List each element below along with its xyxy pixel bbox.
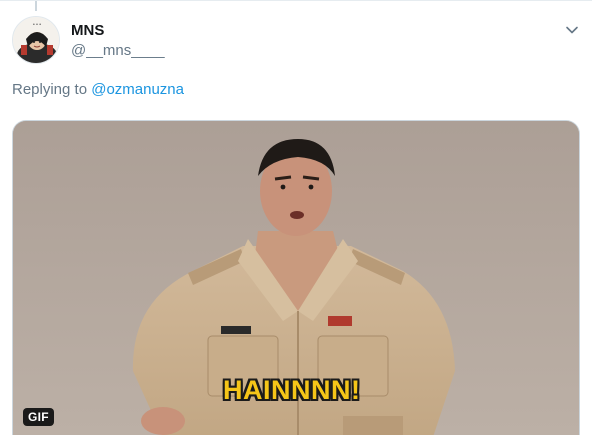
chevron-down-icon[interactable] <box>563 21 581 39</box>
svg-text:• • •: • • • <box>33 22 41 28</box>
avatar[interactable]: • • • <box>12 16 60 64</box>
display-name[interactable]: MNS <box>71 22 104 39</box>
reply-mention-link[interactable]: @ozmanuzna <box>91 81 184 98</box>
thread-line <box>35 1 37 11</box>
username[interactable]: @__mns____ <box>71 42 165 59</box>
replying-to: Replying to @ozmanuzna <box>12 81 184 98</box>
gif-badge: GIF <box>23 408 54 426</box>
gif-media[interactable]: HAINNNN! GIF <box>12 120 580 435</box>
tweet[interactable]: • • • MNS @__mns____ Replying to @ozmanu… <box>0 0 592 435</box>
gif-caption: HAINNNN! <box>223 375 361 405</box>
replying-prefix: Replying to <box>12 81 92 98</box>
